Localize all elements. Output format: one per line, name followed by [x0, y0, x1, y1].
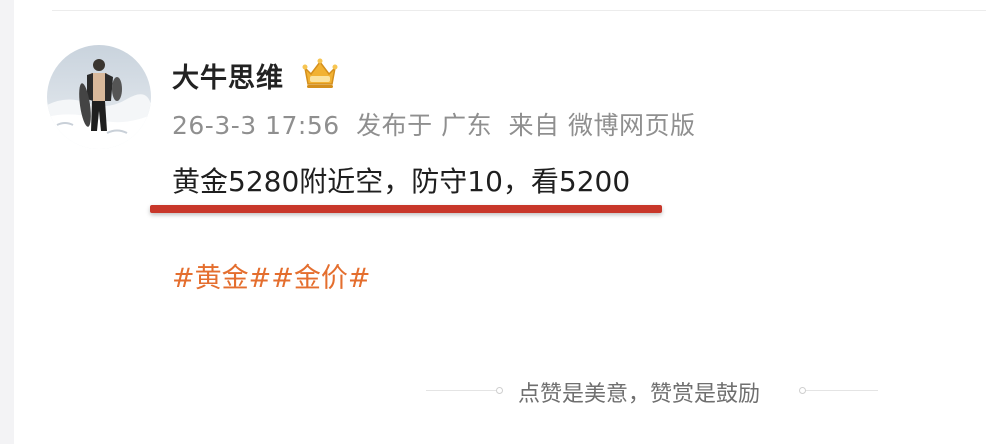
hashtag-gold-price[interactable]: #金价#: [271, 263, 370, 294]
appreciate-link[interactable]: 点赞是美意，赞赏是鼓励: [518, 376, 760, 408]
appreciate-row: 点赞是美意，赞赏是鼓励: [426, 374, 878, 408]
post-source: 来自 微博网页版: [508, 111, 696, 140]
username[interactable]: 大牛思维: [172, 56, 284, 95]
left-rail: [0, 0, 14, 444]
weibo-post-card: 大牛思维 26-3-3 17:56 发布于 广东 来自 微博网页版 黄金5280…: [0, 0, 986, 444]
post-meta: 26-3-3 17:56 发布于 广东 来自 微博网页版: [172, 106, 703, 142]
divider-dot-left: [496, 387, 503, 394]
crown-vip-icon[interactable]: [301, 56, 339, 90]
hashtag-gold[interactable]: #黄金#: [172, 263, 271, 294]
post-location: 发布于 广东: [356, 111, 493, 140]
avatar[interactable]: [47, 45, 151, 149]
top-divider: [52, 10, 986, 11]
divider-line-right: [806, 390, 878, 391]
post-text: 黄金5280附近空，防守10，看5200: [172, 165, 631, 198]
hashtag-row: #黄金##金价#: [172, 256, 371, 295]
red-underline-mark: [150, 205, 662, 213]
post-timestamp[interactable]: 26-3-3 17:56: [172, 111, 340, 140]
avatar-image: [47, 45, 151, 149]
divider-dot-right: [799, 387, 806, 394]
divider-line-left: [426, 390, 496, 391]
